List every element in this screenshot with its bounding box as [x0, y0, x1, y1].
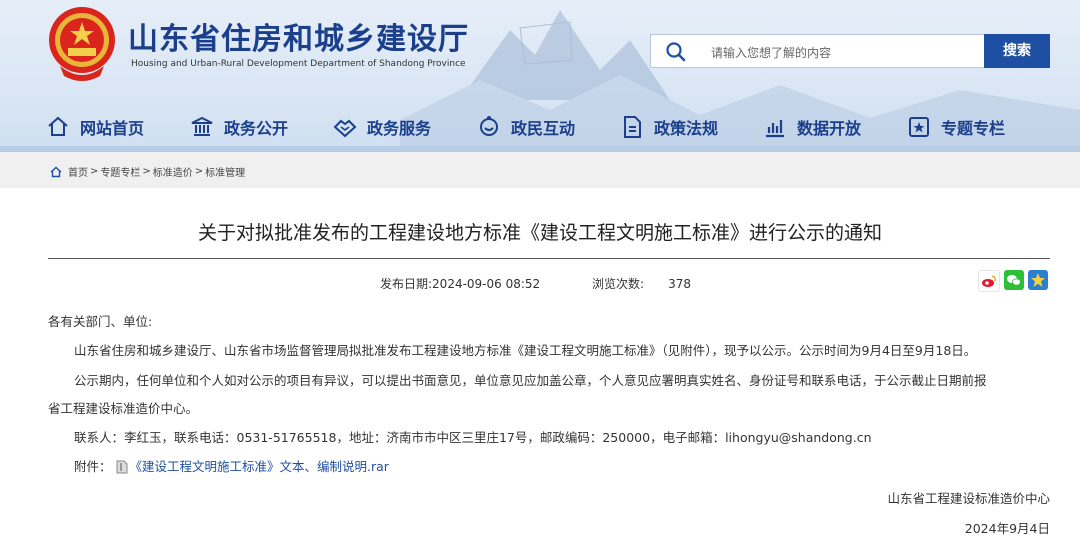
views-label: 浏览次数: [592, 277, 645, 291]
publish-date: 2024-09-06 08:52 [432, 277, 541, 291]
nav-item-special-topics[interactable]: 专题专栏 [907, 108, 1005, 146]
breadcrumb-standard-cost[interactable]: 标准造价 [153, 164, 193, 179]
search-icon [666, 42, 686, 62]
search-button[interactable]: 搜索 [984, 34, 1050, 68]
favorite-icon[interactable] [1028, 270, 1048, 290]
contact-info: 联系人：李红玉，联系电话：0531-51765518，地址：济南市市中区三里庄1… [74, 430, 872, 445]
site-header: 山东省住房和城乡建设厅 Housing and Urban-Rural Deve… [0, 0, 1080, 152]
special-topic-icon [909, 117, 929, 137]
chart-icon [766, 120, 784, 138]
share-buttons [978, 270, 1048, 292]
nav-label: 政民互动 [511, 119, 576, 138]
nav-item-home[interactable]: 网站首页 [46, 108, 144, 146]
breadcrumb-separator: > [142, 166, 151, 177]
national-emblem-logo [49, 7, 115, 81]
search-box: 请输入您想了解的内容 搜索 [650, 34, 1050, 68]
document-icon [624, 116, 641, 138]
home-icon [50, 166, 62, 177]
site-title: 山东省住房和城乡建设厅 [128, 22, 469, 57]
paragraph-1: 山东省住房和城乡建设厅、山东省市场监督管理局拟批准发布工程建设地方标准《建设工程… [74, 343, 977, 358]
nav-label: 政务服务 [367, 119, 432, 138]
attachment-link[interactable]: 《建设工程文明施工标准》文本、编制说明.rar [130, 453, 389, 481]
breadcrumb-special-topics[interactable]: 专题专栏 [100, 164, 140, 179]
nav-label: 政策法规 [654, 119, 719, 138]
site-subtitle: Housing and Urban-Rural Development Depa… [131, 59, 466, 69]
main-nav: 网站首页 政务公开 政务服务 政民互动 政策法规 数据开放 专题专栏 [0, 108, 1080, 146]
nav-item-interaction[interactable]: 政民互动 [477, 108, 575, 146]
attachment-row: 附件： 《建设工程文明施工标准》文本、编制说明.rar [74, 453, 389, 481]
nav-item-policies[interactable]: 政策法规 [620, 108, 718, 146]
breadcrumb-separator: > [194, 166, 204, 177]
title-divider [48, 258, 1050, 259]
publish-label: 发布日期: [380, 277, 433, 291]
handshake-icon [333, 119, 357, 138]
nav-label: 专题专栏 [941, 119, 1006, 138]
nav-item-government-services[interactable]: 政务服务 [333, 108, 431, 146]
attachment-label: 附件： [74, 459, 112, 474]
search-input[interactable]: 请输入您想了解的内容 [650, 34, 986, 68]
nav-item-government-affairs[interactable]: 政务公开 [190, 108, 288, 146]
nav-item-open-data[interactable]: 数据开放 [763, 108, 861, 146]
file-icon [116, 460, 128, 474]
wechat-icon[interactable] [1004, 270, 1024, 290]
paragraph-2-line-2: 省工程建设标准造价中心。 [48, 401, 199, 416]
views-count: 378 [668, 277, 691, 291]
government-building-icon [191, 116, 213, 136]
article-meta: 发布日期:2024-09-06 08:52 浏览次数: 378 [380, 275, 739, 292]
breadcrumb: 首页 > 专题专栏 > 标准造价 > 标准管理 [50, 164, 245, 179]
breadcrumb-bar: 首页 > 专题专栏 > 标准造价 > 标准管理 [0, 152, 1080, 188]
breadcrumb-home[interactable]: 首页 [68, 164, 88, 179]
nav-label: 政务公开 [224, 119, 289, 138]
paragraph-2-line-1: 公示期内，任何单位和个人如对公示的项目有异议，可以提出书面意见，单位意见应加盖公… [74, 373, 987, 388]
nav-label: 网站首页 [80, 119, 145, 138]
signature-org: 山东省工程建设标准造价中心 [887, 491, 1050, 506]
salutation-text: 各有关部门、单位: [48, 314, 153, 329]
weibo-icon[interactable] [978, 270, 1000, 292]
breadcrumb-separator: > [90, 166, 99, 177]
breadcrumb-standard-management[interactable]: 标准管理 [205, 164, 245, 179]
signature-date: 2024年9月4日 [964, 521, 1050, 536]
home-icon [48, 116, 68, 136]
article-title: 关于对拟批准发布的工程建设地方标准《建设工程文明施工标准》进行公示的通知 [197, 222, 882, 244]
search-placeholder: 请输入您想了解的内容 [711, 46, 832, 60]
nav-label: 数据开放 [797, 119, 862, 138]
interaction-icon [480, 116, 498, 136]
